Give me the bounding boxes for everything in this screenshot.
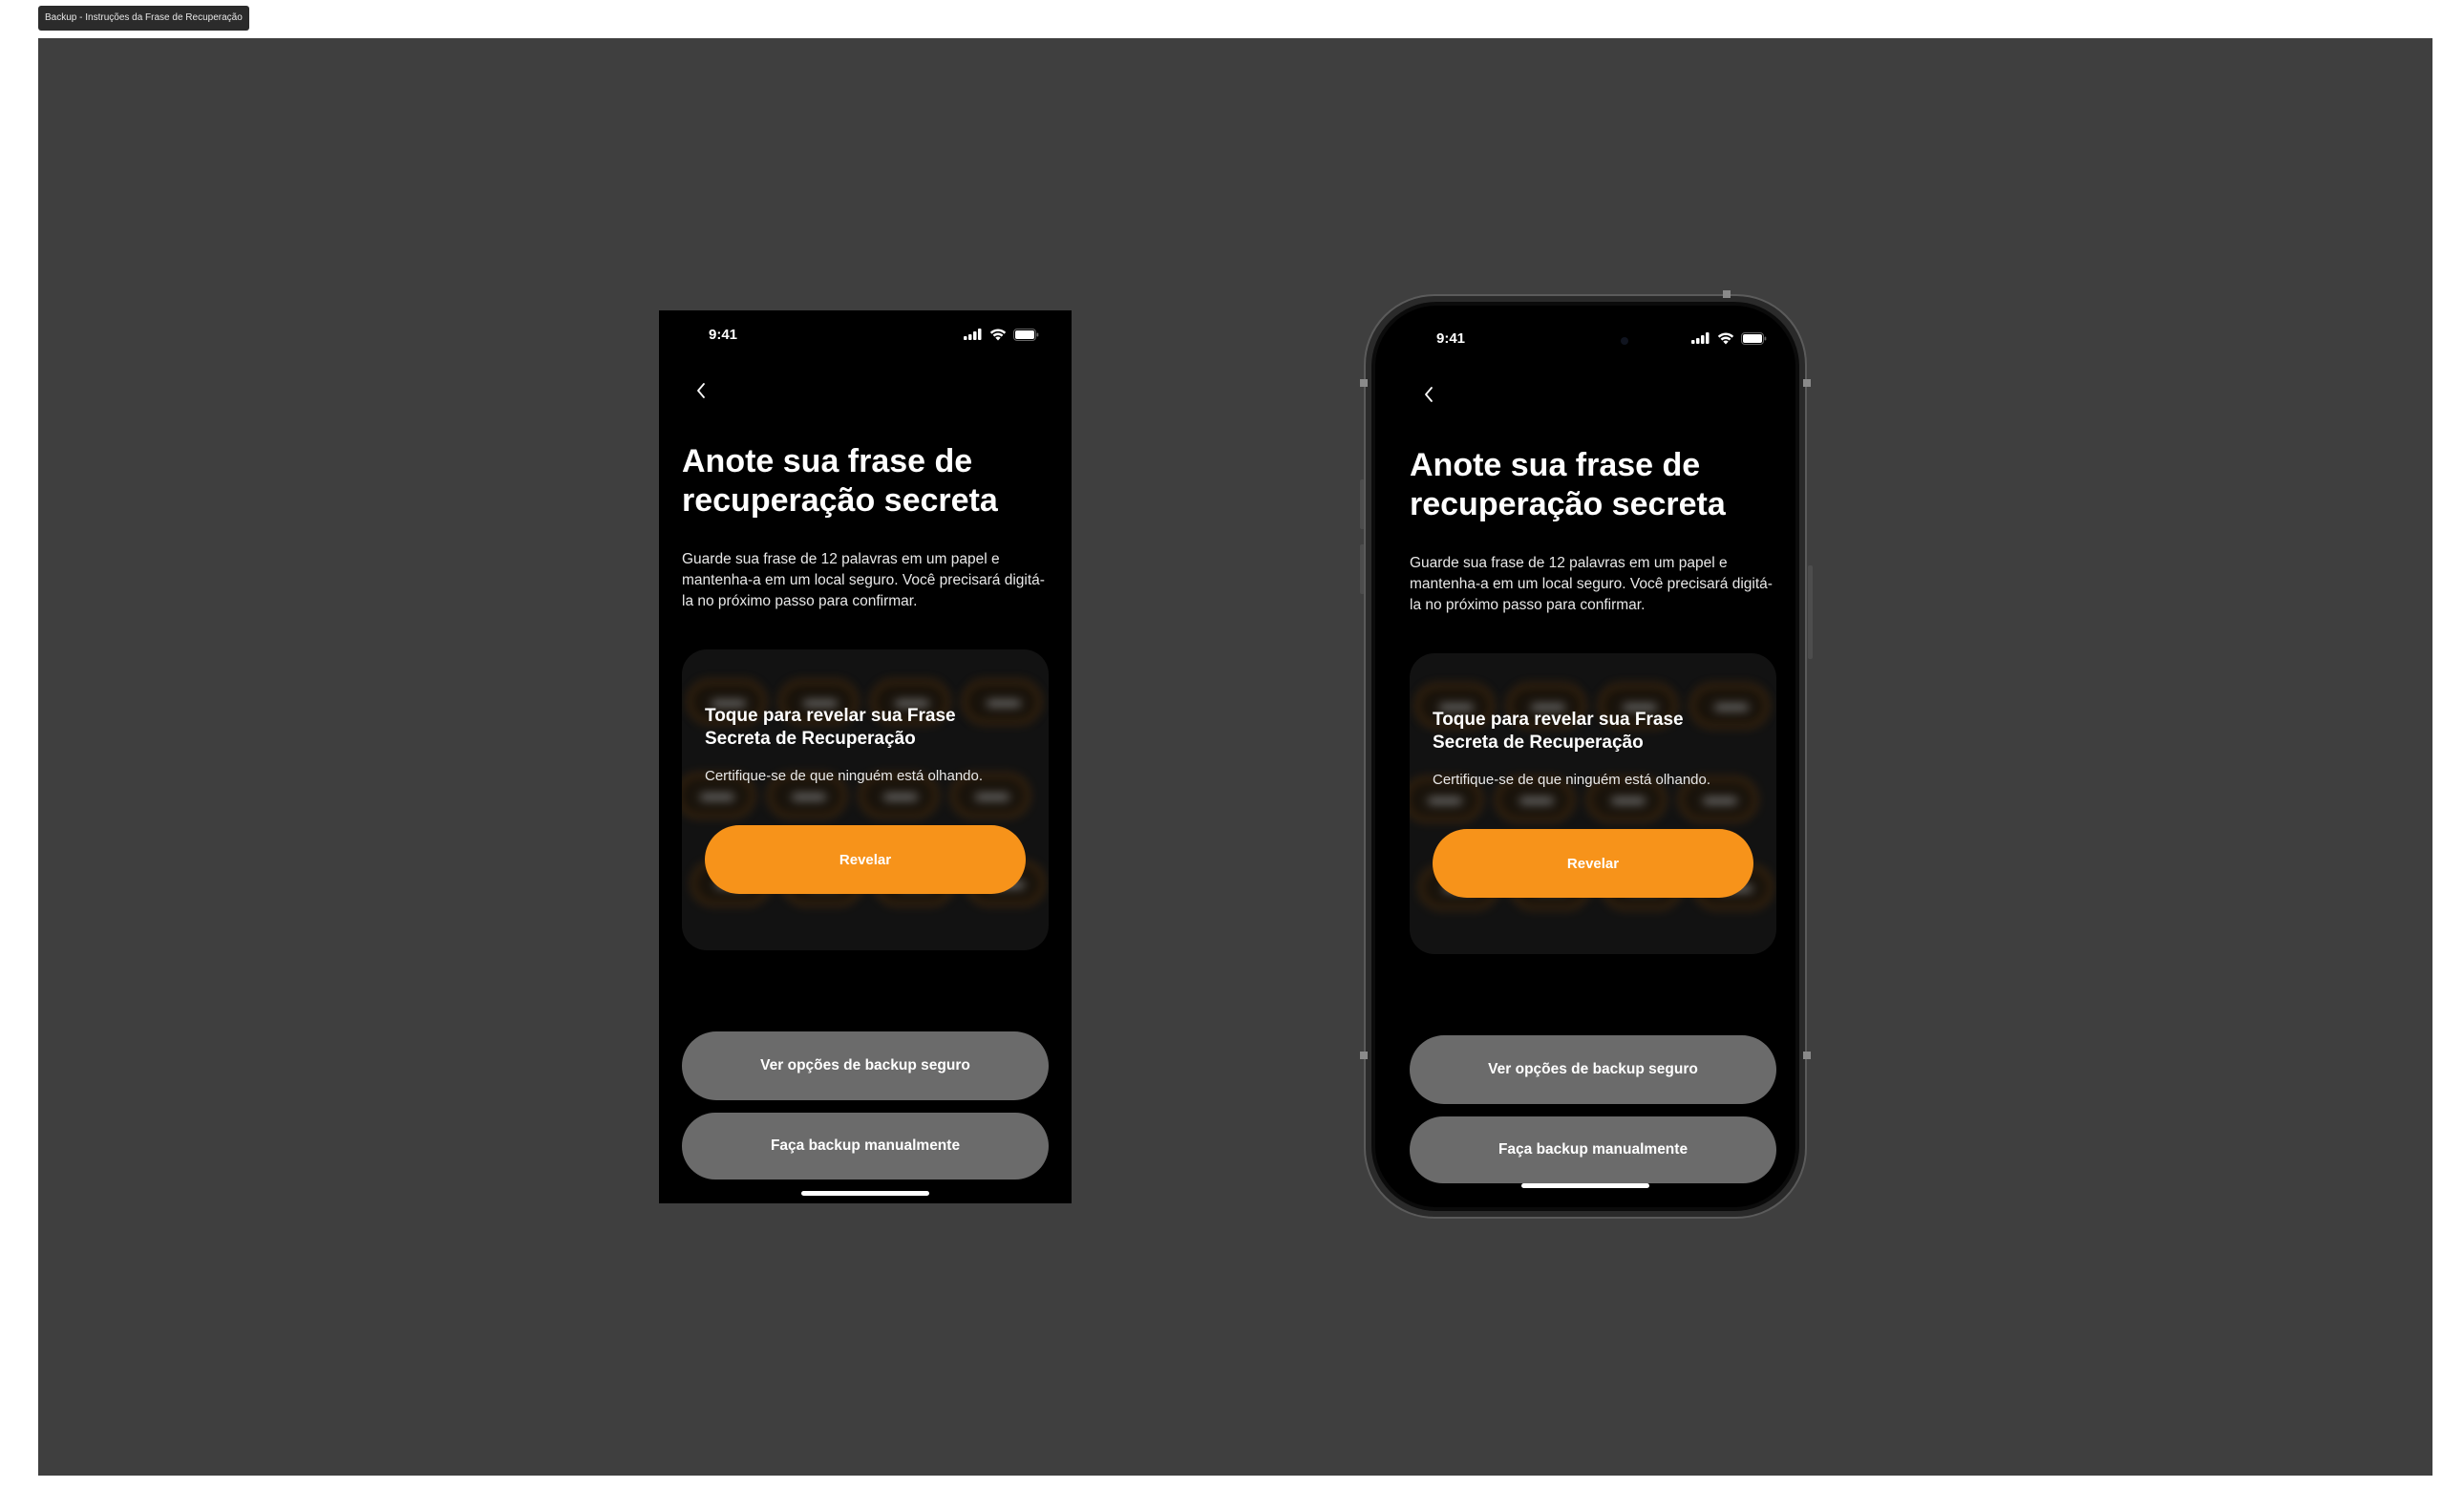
selection-handle[interactable] <box>1360 379 1368 387</box>
chevron-left-icon <box>697 383 705 398</box>
manual-backup-button[interactable]: Faça backup manualmente <box>682 1113 1049 1180</box>
reveal-card-title: Toque para revelar sua Frase Secreta de … <box>705 706 956 749</box>
home-indicator <box>1521 1183 1649 1188</box>
cellular-signal-icon <box>1691 332 1710 344</box>
device-screen: 9:41 Anote sua frase de recuperação secr… <box>1375 306 1795 1207</box>
selection-handle[interactable] <box>1803 379 1811 387</box>
selection-handle[interactable] <box>1803 1052 1811 1059</box>
reveal-card-subtitle: Certifique-se de que ninguém está olhand… <box>1433 772 1711 788</box>
chevron-left-icon <box>1425 387 1433 402</box>
design-canvas: 9:41 Anote sua frase de recuperação secr… <box>38 38 2432 1476</box>
flat-screen: 9:41 Anote sua frase de recuperação secr… <box>659 310 1072 1203</box>
manual-backup-button[interactable]: Faça backup manualmente <box>1410 1116 1776 1183</box>
reveal-card-content: Toque para revelar sua Frase Secreta de … <box>1410 653 1776 954</box>
page-title: Anote sua frase de recuperação secreta <box>1410 447 1726 522</box>
reveal-button[interactable]: Revelar <box>705 825 1026 894</box>
status-time: 9:41 <box>1436 329 1466 347</box>
status-bar: 9:41 <box>659 320 1072 349</box>
device-side-button <box>1808 565 1813 659</box>
status-icons <box>964 328 1039 341</box>
frame-label: Backup - Instruções da Frase de Recupera… <box>38 6 249 31</box>
selection-handle[interactable] <box>1360 1052 1368 1059</box>
page-title: Anote sua frase de recuperação secreta <box>682 443 998 519</box>
reveal-phrase-card[interactable]: Toque para revelar sua Frase Secreta de … <box>682 649 1049 950</box>
reveal-phrase-card[interactable]: Toque para revelar sua Frase Secreta de … <box>1410 653 1776 954</box>
reveal-card-title: Toque para revelar sua Frase Secreta de … <box>1433 710 1684 753</box>
cellular-signal-icon <box>964 329 982 340</box>
status-bar: 9:41 <box>1387 324 1795 352</box>
backup-options-button[interactable]: Ver opções de backup seguro <box>682 1031 1049 1100</box>
battery-icon <box>1741 331 1767 345</box>
reveal-card-subtitle: Certifique-se de que ninguém está olhand… <box>705 768 984 784</box>
device-bezel: 9:41 Anote sua frase de recuperação secr… <box>1371 302 1799 1211</box>
page-description: Guarde sua frase de 12 palavras em um pa… <box>1410 555 1773 613</box>
reveal-card-content: Toque para revelar sua Frase Secreta de … <box>682 649 1049 950</box>
screen-content: 9:41 Anote sua frase de recuperação secr… <box>1387 314 1795 1207</box>
status-icons <box>1691 331 1767 345</box>
battery-icon <box>1013 328 1039 341</box>
selection-handle[interactable] <box>1723 290 1731 298</box>
back-button[interactable] <box>1415 381 1442 408</box>
phone-device-frame: 9:41 Anote sua frase de recuperação secr… <box>1364 294 1807 1219</box>
page-description: Guarde sua frase de 12 palavras em um pa… <box>682 551 1045 609</box>
reveal-button[interactable]: Revelar <box>1433 829 1753 898</box>
home-indicator <box>801 1191 929 1196</box>
backup-options-button[interactable]: Ver opções de backup seguro <box>1410 1035 1776 1104</box>
wifi-icon <box>1717 332 1734 344</box>
wifi-icon <box>989 329 1007 340</box>
status-time: 9:41 <box>709 326 738 343</box>
back-button[interactable] <box>688 377 714 404</box>
